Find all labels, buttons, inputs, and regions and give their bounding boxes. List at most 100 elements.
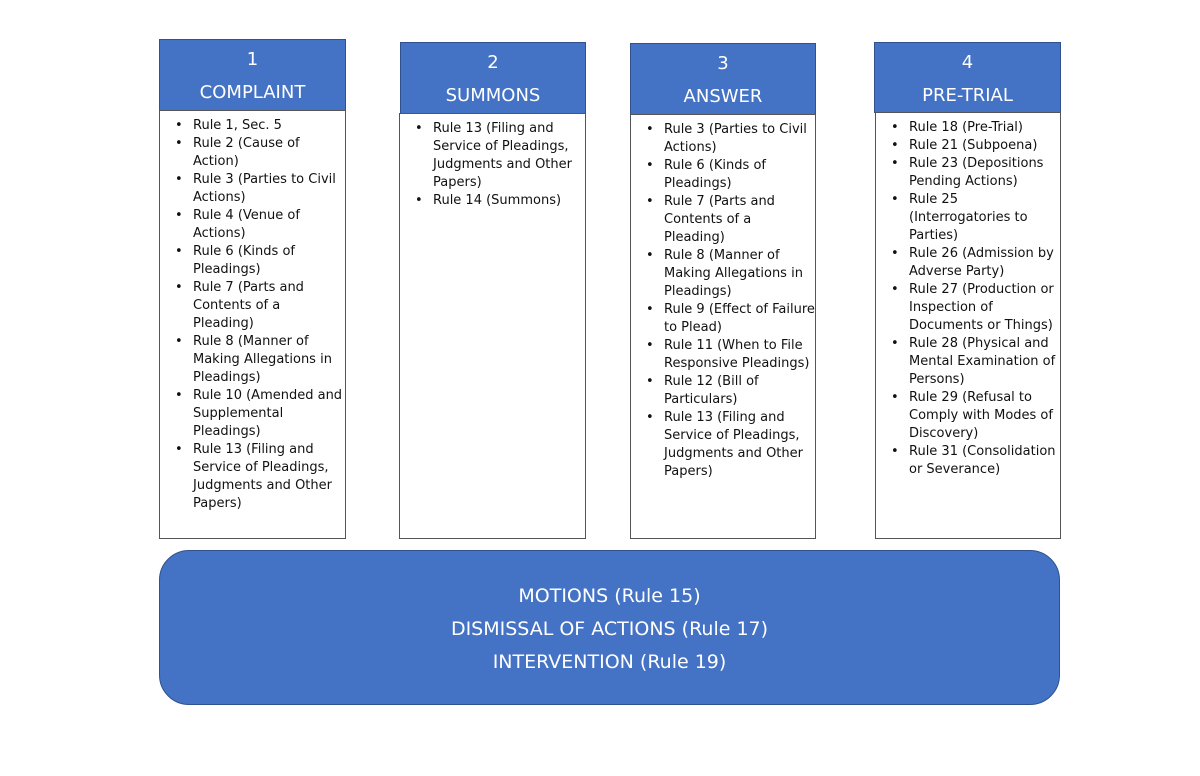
rule-text: Rule 7 (Parts and Contents of a Pleading… — [193, 280, 304, 331]
bullet-icon: • — [891, 336, 899, 351]
rule-text: Rule 6 (Kinds of Pleadings) — [664, 158, 766, 191]
rule-item: • Rule 6 (Kinds of Pleadings) — [646, 157, 815, 193]
rules-list: • Rule 3 (Parties to Civil Actions) • Rule … — [631, 115, 815, 481]
rule-text: Rule 3 (Parties to Civil Actions) — [193, 172, 336, 205]
rule-text: Rule 13 (Filing and Service of Pleadings… — [664, 410, 803, 479]
bullet-icon: • — [175, 280, 183, 295]
rule-item: • Rule 3 (Parties to Civil Actions) — [646, 121, 815, 157]
rule-item: • Rule 31 (Consolidation or Severance) — [891, 443, 1060, 479]
step-header-3: 3 ANSWER — [630, 43, 816, 115]
rule-text: Rule 25 (Interrogatories to Parties) — [909, 192, 1028, 243]
step-rules-box-1: • Rule 1, Sec. 5 • Rule 2 (Cause of Action)… — [159, 110, 346, 539]
bullet-icon: • — [175, 442, 183, 457]
step-rules-box-4: • Rule 18 (Pre-Trial) • Rule 21 (Subpoena) •… — [875, 112, 1061, 539]
bullet-icon: • — [891, 444, 899, 459]
rule-item: • Rule 2 (Cause of Action) — [175, 135, 345, 171]
bullet-icon: • — [415, 121, 423, 136]
rule-item: • Rule 14 (Summons) — [415, 192, 585, 210]
bullet-icon: • — [646, 248, 654, 263]
rule-text: Rule 11 (When to File Responsive Pleadin… — [664, 338, 810, 371]
rule-text: Rule 8 (Manner of Making Allegations in … — [664, 248, 803, 299]
bullet-icon: • — [891, 282, 899, 297]
bullet-icon: • — [891, 246, 899, 261]
bullet-icon: • — [646, 410, 654, 425]
step-header-1: 1 COMPLAINT — [159, 39, 346, 111]
rule-text: Rule 14 (Summons) — [433, 193, 562, 208]
rule-item: • Rule 25 (Interrogatories to Parties) — [891, 191, 1060, 245]
rule-text: Rule 8 (Manner of Making Allegations in … — [193, 334, 332, 385]
step-number: 4 — [961, 52, 974, 73]
rule-item: • Rule 27 (Production or Inspection of Do… — [891, 281, 1060, 335]
rule-item: • Rule 8 (Manner of Making Allegations in… — [646, 247, 815, 301]
bullet-icon: • — [646, 374, 654, 389]
rule-item: • Rule 11 (When to File Responsive Pleadi… — [646, 337, 815, 373]
rule-text: Rule 13 (Filing and Service of Pleadings… — [193, 442, 332, 511]
bullet-icon: • — [646, 122, 654, 137]
bullet-icon: • — [646, 338, 654, 353]
bullet-icon: • — [891, 138, 899, 153]
rules-list: • Rule 18 (Pre-Trial) • Rule 21 (Subpoena) •… — [876, 113, 1060, 479]
rule-text: Rule 7 (Parts and Contents of a Pleading… — [664, 194, 775, 245]
rule-text: Rule 6 (Kinds of Pleadings) — [193, 244, 295, 277]
step-title: COMPLAINT — [199, 82, 306, 103]
rule-text: Rule 26 (Admission by Adverse Party) — [909, 246, 1054, 279]
rule-text: Rule 1, Sec. 5 — [193, 118, 282, 133]
rule-text: Rule 4 (Venue of Actions) — [193, 208, 300, 241]
rules-list: • Rule 13 (Filing and Service of Pleading… — [400, 114, 585, 210]
step-title: ANSWER — [683, 86, 763, 107]
bullet-icon: • — [175, 136, 183, 151]
rule-item: • Rule 28 (Physical and Mental Examinatio… — [891, 335, 1060, 389]
step-title: SUMMONS — [445, 85, 541, 106]
step-number: 2 — [487, 52, 499, 73]
bullet-icon: • — [646, 302, 654, 317]
rule-text: Rule 23 (Depositions Pending Actions) — [909, 156, 1044, 189]
rule-item: • Rule 3 (Parties to Civil Actions) — [175, 171, 345, 207]
rule-item: • Rule 1, Sec. 5 — [175, 117, 345, 135]
rule-item: • Rule 7 (Parts and Contents of a Pleadin… — [175, 279, 345, 333]
rule-text: Rule 28 (Physical and Mental Examination… — [909, 336, 1056, 387]
civil-procedure-diagram: 1 COMPLAINT • Rule 1, Sec. 5 • Rule 2 (Cause … — [0, 0, 1200, 776]
rule-item: • Rule 8 (Manner of Making Allegations in… — [175, 333, 345, 387]
step-number: 3 — [717, 53, 729, 74]
rule-text: Rule 18 (Pre-Trial) — [909, 120, 1023, 135]
rule-text: Rule 3 (Parties to Civil Actions) — [664, 122, 807, 155]
step-header-4: 4 PRE-TRIAL — [874, 42, 1061, 113]
bullet-icon: • — [175, 388, 183, 403]
rule-text: Rule 27 (Production or Inspection of Doc… — [909, 282, 1054, 333]
rule-item: • Rule 12 (Bill of Particulars) — [646, 373, 815, 409]
step-title: PRE-TRIAL — [922, 85, 1013, 106]
bullet-icon: • — [175, 118, 183, 133]
bullet-icon: • — [175, 172, 183, 187]
rule-text: Rule 31 (Consolidation or Severance) — [909, 444, 1056, 477]
rule-text: Rule 21 (Subpoena) — [909, 138, 1038, 153]
rule-item: • Rule 10 (Amended and Supplemental Plead… — [175, 387, 345, 441]
bullet-icon: • — [646, 158, 654, 173]
bullet-icon: • — [415, 193, 423, 208]
rule-item: • Rule 9 (Effect of Failure to Plead) — [646, 301, 815, 337]
bullet-icon: • — [891, 156, 899, 171]
rule-item: • Rule 13 (Filing and Service of Pleading… — [646, 409, 815, 481]
step-header-2: 2 SUMMONS — [400, 42, 586, 114]
step-rules-box-3: • Rule 3 (Parties to Civil Actions) • Rule … — [630, 114, 816, 539]
rule-item: • Rule 23 (Depositions Pending Actions) — [891, 155, 1060, 191]
rule-text: Rule 9 (Effect of Failure to Plead) — [664, 302, 815, 335]
rule-item: • Rule 13 (Filing and Service of Pleading… — [415, 120, 585, 192]
step-number: 1 — [246, 49, 259, 70]
general-provision-line: INTERVENTION (Rule 19) — [492, 651, 727, 673]
rule-text: Rule 10 (Amended and Supplemental Pleadi… — [193, 388, 343, 439]
bullet-icon: • — [175, 208, 183, 223]
bullet-icon: • — [175, 244, 183, 259]
rule-item: • Rule 29 (Refusal to Comply with Modes o… — [891, 389, 1060, 443]
rule-text: Rule 2 (Cause of Action) — [193, 136, 300, 169]
rule-text: Rule 29 (Refusal to Comply with Modes of… — [909, 390, 1053, 441]
general-provisions-box: MOTIONS (Rule 15) DISMISSAL OF ACTIONS (R… — [159, 550, 1060, 705]
general-provision-line: MOTIONS (Rule 15) — [518, 585, 701, 607]
general-provision-line: DISMISSAL OF ACTIONS (Rule 17) — [450, 618, 769, 640]
rules-list: • Rule 1, Sec. 5 • Rule 2 (Cause of Action)… — [160, 111, 345, 513]
step-rules-box-2: • Rule 13 (Filing and Service of Pleading… — [399, 113, 586, 539]
bullet-icon: • — [175, 334, 183, 349]
rule-text: Rule 12 (Bill of Particulars) — [664, 374, 759, 407]
bullet-icon: • — [646, 194, 654, 209]
rule-text: Rule 13 (Filing and Service of Pleadings… — [433, 121, 572, 190]
rule-item: • Rule 6 (Kinds of Pleadings) — [175, 243, 345, 279]
